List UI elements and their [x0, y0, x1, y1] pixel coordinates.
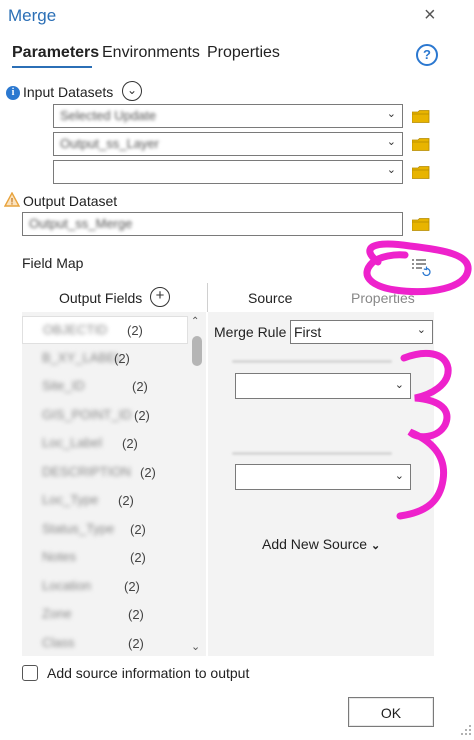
chevron-down-icon: ⌄: [416, 324, 426, 336]
field-name: Location: [42, 577, 92, 593]
source-label-2: [232, 452, 392, 455]
add-new-source-button[interactable]: Add New Source ⌄: [262, 536, 380, 552]
field-name: DESCRIPTION: [42, 463, 131, 479]
field-name: B_XY_LABEL: [42, 349, 123, 365]
input-dataset-dropdown-3[interactable]: ⌄: [53, 160, 403, 184]
field-list-item[interactable]: Site_ID (2): [22, 373, 188, 401]
resize-grip-icon[interactable]: [458, 722, 472, 736]
scrollbar-thumb[interactable]: [192, 336, 202, 366]
output-fields-list: OBJECTID (2) B_XY_LABEL (2) Site_ID (2) GIS_PO…: [22, 312, 188, 656]
field-name: Loc_Label: [42, 435, 102, 450]
field-list-item[interactable]: Zone (2): [22, 601, 188, 629]
add-source-info-checkbox[interactable]: [22, 665, 38, 681]
warning-icon: !: [4, 192, 20, 207]
field-list-item[interactable]: Class (2): [22, 630, 188, 658]
field-name: Status_Type: [42, 520, 115, 536]
input-dataset-dropdown-2[interactable]: Output_ss_Layer ⌄: [53, 132, 403, 156]
field-map-label: Field Map: [22, 255, 84, 271]
add-field-icon[interactable]: +: [150, 287, 170, 307]
chevron-down-icon: ⌄: [386, 136, 396, 148]
field-name: OBJECTID: [43, 322, 108, 337]
source-label-1: [232, 360, 392, 363]
field-list-item[interactable]: GIS_POINT_ID (2): [22, 402, 188, 430]
field-source-count: (2): [122, 436, 138, 451]
source-dropdown-1[interactable]: ⌄: [235, 373, 411, 399]
tab-field-properties[interactable]: Properties: [351, 290, 415, 306]
close-icon[interactable]: ×: [424, 4, 436, 27]
field-list-item[interactable]: Loc_Type (2): [22, 487, 188, 515]
tab-source[interactable]: Source: [248, 290, 292, 306]
folder-icon[interactable]: [412, 110, 430, 123]
input-dataset-value-2: Output_ss_Layer: [60, 136, 160, 151]
header-divider: [207, 283, 208, 312]
field-source-count: (2): [127, 323, 143, 338]
field-list-item[interactable]: Status_Type (2): [22, 516, 188, 544]
window-title: Merge: [8, 6, 57, 25]
field-name: Notes: [42, 549, 76, 564]
scroll-up-icon[interactable]: ⌃: [191, 316, 199, 327]
input-dataset-value-1: Selected Update: [60, 108, 157, 123]
output-fields-label: Output Fields: [59, 290, 143, 306]
output-dataset-field[interactable]: Output_ss_Merge: [22, 212, 403, 236]
input-dataset-dropdown-1[interactable]: Selected Update ⌄: [53, 104, 403, 128]
warning-glyph: !: [11, 197, 14, 207]
field-source-count: (2): [128, 607, 144, 622]
folder-icon[interactable]: [412, 218, 430, 231]
help-icon[interactable]: ?: [416, 44, 438, 66]
field-list-item[interactable]: Location (2): [22, 573, 188, 601]
merge-rule-dropdown[interactable]: First ⌄: [290, 320, 433, 344]
scroll-down-icon[interactable]: ⌄: [191, 640, 200, 653]
field-source-count: (2): [132, 379, 148, 394]
field-source-count: (2): [124, 578, 140, 594]
chevron-down-icon: ⌄: [386, 164, 396, 176]
active-tab-indicator: [12, 66, 92, 68]
merge-rule-value: First: [294, 324, 322, 340]
field-source-count: (2): [118, 493, 134, 508]
folder-icon[interactable]: [412, 138, 430, 151]
ok-button[interactable]: OK: [348, 697, 434, 727]
tab-properties[interactable]: Properties: [207, 44, 280, 62]
field-list-item[interactable]: Notes (2): [22, 544, 188, 572]
info-icon: i: [6, 86, 20, 100]
folder-icon[interactable]: [412, 166, 430, 179]
expand-icon[interactable]: ⌄: [122, 81, 142, 101]
source-dropdown-2[interactable]: ⌄: [235, 464, 411, 490]
field-source-count: (2): [128, 635, 144, 651]
field-name: GIS_POINT_ID: [42, 406, 132, 422]
field-list-item[interactable]: DESCRIPTION (2): [22, 459, 188, 487]
field-name: Site_ID: [42, 378, 85, 393]
field-map-reset-icon[interactable]: [411, 258, 431, 276]
chevron-down-icon: ⌄: [394, 379, 404, 391]
field-name: Class: [42, 634, 75, 650]
add-source-info-label: Add source information to output: [47, 665, 250, 681]
tab-parameters[interactable]: Parameters: [12, 44, 99, 62]
chevron-down-icon: ⌄: [394, 470, 404, 482]
chevron-down-icon: ⌄: [386, 108, 396, 120]
field-list-item[interactable]: OBJECTID (2): [22, 316, 188, 344]
input-datasets-label: Input Datasets: [23, 84, 114, 100]
tab-environments[interactable]: Environments: [102, 44, 200, 62]
output-dataset-value: Output_ss_Merge: [29, 216, 133, 231]
output-dataset-label: Output Dataset: [23, 193, 118, 209]
field-source-count: (2): [114, 350, 130, 366]
field-name: Zone: [42, 606, 72, 621]
field-source-count: (2): [134, 407, 150, 423]
add-new-source-label: Add New Source: [262, 536, 368, 552]
merge-rule-label: Merge Rule: [214, 324, 287, 340]
field-source-count: (2): [130, 521, 146, 537]
chevron-down-icon: ⌄: [370, 540, 381, 552]
field-source-count: (2): [140, 464, 156, 480]
field-list-item[interactable]: B_XY_LABEL (2): [22, 345, 188, 373]
field-list-item[interactable]: Loc_Label (2): [22, 430, 188, 458]
field-name: Loc_Type: [42, 492, 99, 507]
field-source-count: (2): [130, 550, 146, 565]
